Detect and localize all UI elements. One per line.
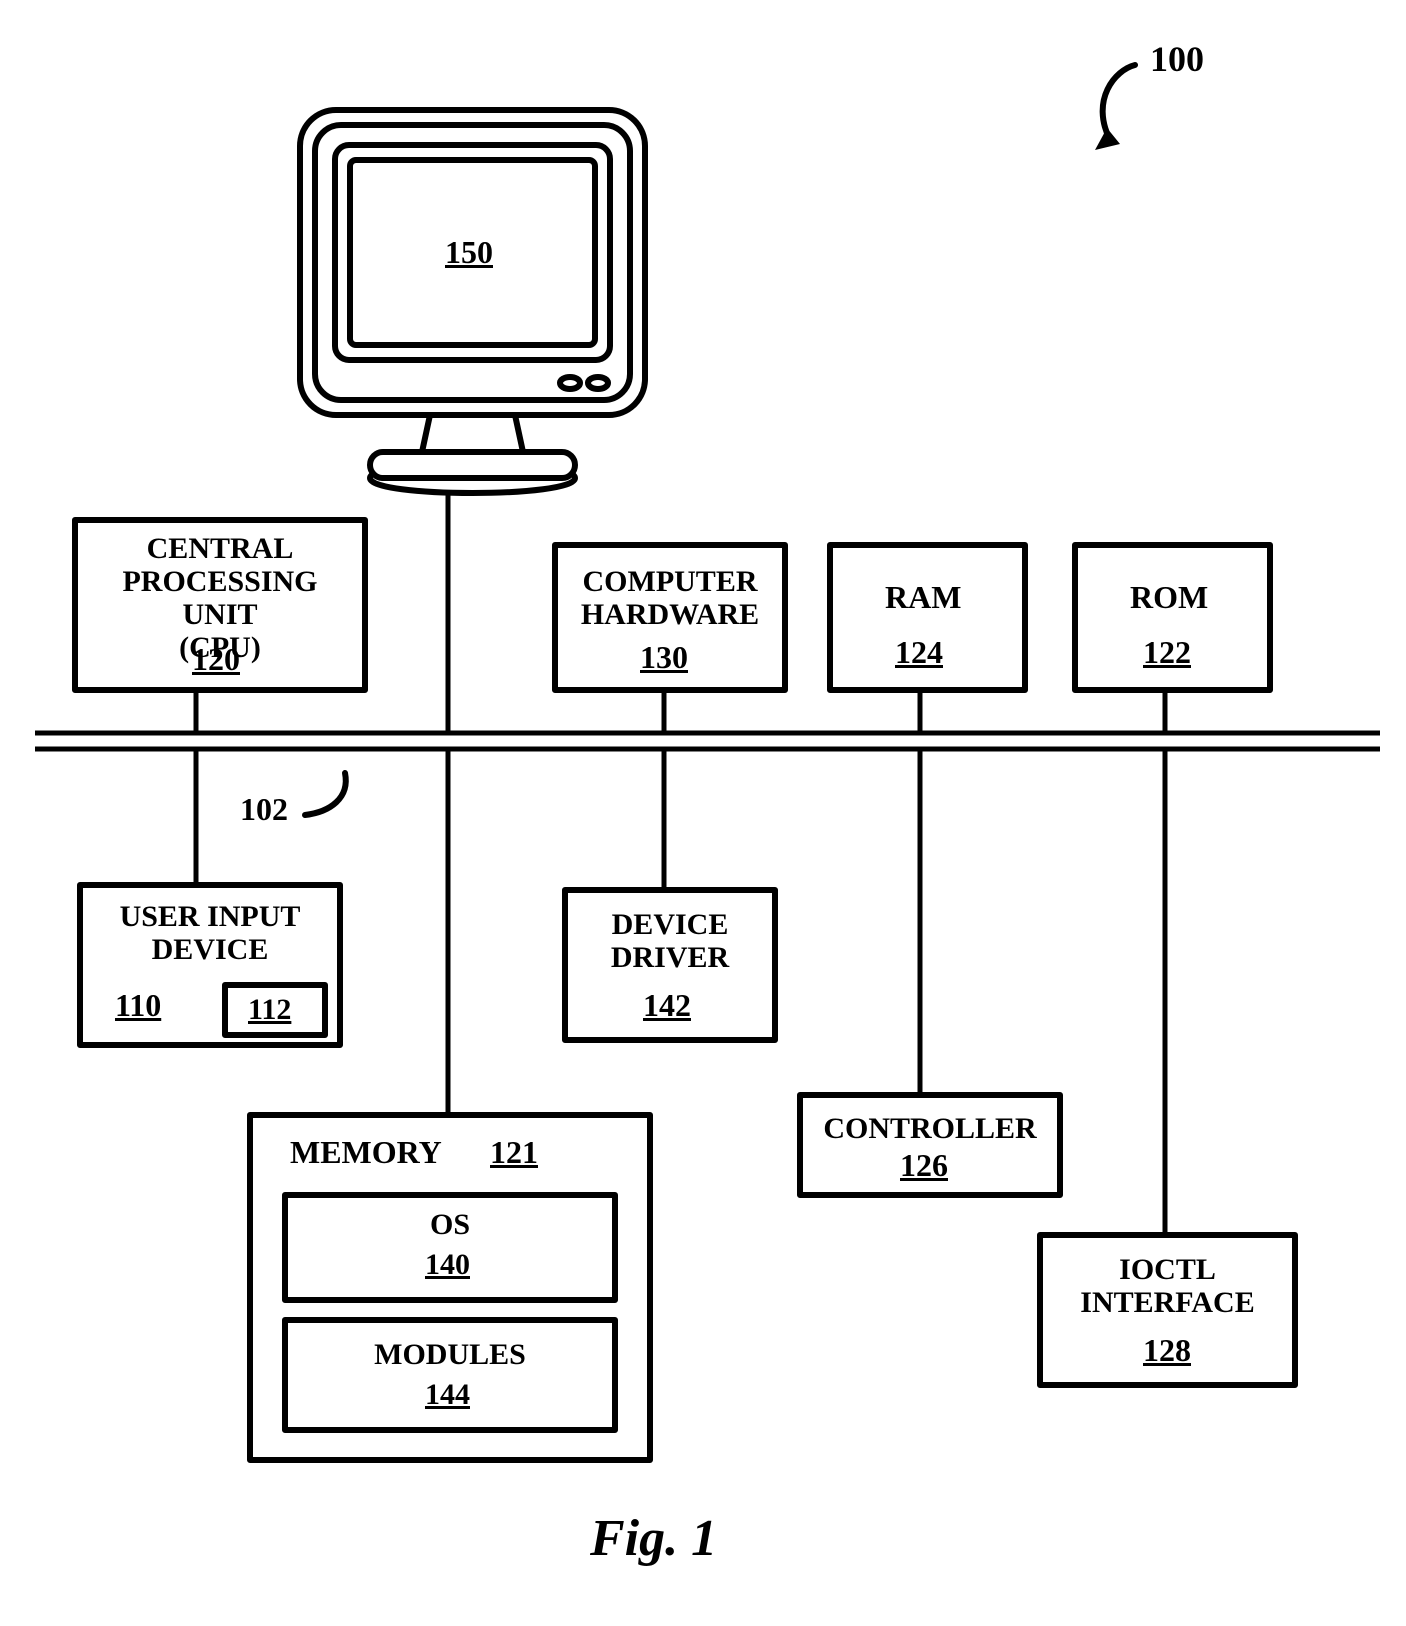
figure-number-label: 100 bbox=[1150, 40, 1204, 80]
uid-title: USER INPUT DEVICE bbox=[90, 900, 330, 966]
controller-id: 126 bbox=[900, 1148, 948, 1183]
modules-title: MODULES bbox=[300, 1338, 600, 1371]
monitor-id: 150 bbox=[445, 235, 493, 270]
rom-title: ROM bbox=[1130, 580, 1208, 615]
uid-sub-id: 112 bbox=[248, 993, 291, 1026]
os-title: OS bbox=[300, 1208, 600, 1241]
rom-id: 122 bbox=[1143, 635, 1191, 670]
ioctl-title: IOCTL INTERFACE bbox=[1050, 1253, 1285, 1319]
ioctl-id: 128 bbox=[1143, 1333, 1191, 1368]
cpu-id: 120 bbox=[192, 642, 240, 677]
bus-label: 102 bbox=[240, 792, 288, 827]
hw-title: COMPUTER HARDWARE bbox=[560, 565, 780, 631]
controller-title: CONTROLLER bbox=[820, 1112, 1040, 1145]
diagram-svg bbox=[0, 0, 1406, 1626]
figure-caption: Fig. 1 bbox=[590, 1510, 717, 1567]
memory-id: 121 bbox=[490, 1135, 538, 1170]
ram-title: RAM bbox=[885, 580, 961, 615]
uid-id: 110 bbox=[115, 988, 161, 1023]
driver-title: DEVICE DRIVER bbox=[575, 908, 765, 974]
hw-id: 130 bbox=[640, 640, 688, 675]
diagram-canvas: 100 102 150 CENTRAL PROCESSING UNIT (CPU… bbox=[0, 0, 1406, 1626]
os-id: 140 bbox=[425, 1248, 470, 1281]
driver-id: 142 bbox=[643, 988, 691, 1023]
modules-id: 144 bbox=[425, 1378, 470, 1411]
memory-title: MEMORY bbox=[290, 1135, 442, 1170]
ram-id: 124 bbox=[895, 635, 943, 670]
